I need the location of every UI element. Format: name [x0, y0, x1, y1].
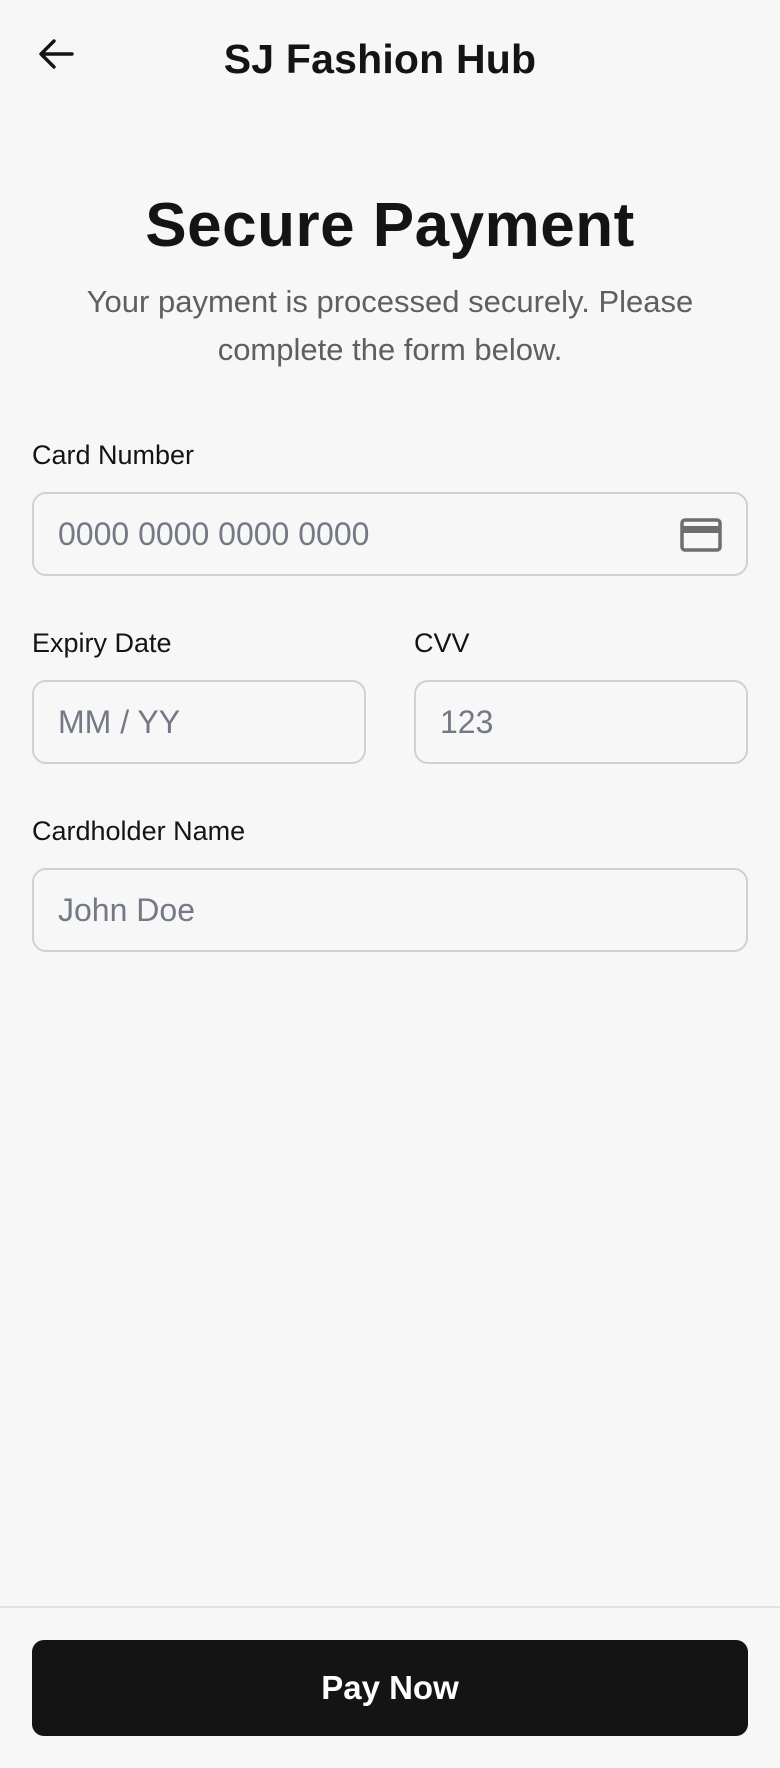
- payment-screen: SJ Fashion Hub Secure Payment Your payme…: [0, 0, 780, 1768]
- footer-divider: [0, 1606, 780, 1608]
- card-number-label: Card Number: [32, 440, 195, 470]
- cvv-label: CVV: [414, 628, 470, 658]
- cardholder-name-input[interactable]: [34, 870, 746, 950]
- top-app-bar: SJ Fashion Hub: [0, 0, 780, 124]
- cardholder-name-field: [32, 868, 748, 952]
- cvv-field: [414, 680, 748, 764]
- pay-now-button[interactable]: Pay Now: [32, 1640, 748, 1736]
- app-title: SJ Fashion Hub: [223, 36, 537, 82]
- cardholder-name-label: Cardholder Name: [32, 816, 246, 846]
- credit-card-icon: [680, 518, 722, 552]
- card-number-field: [32, 492, 748, 576]
- expiry-date-input[interactable]: [34, 682, 364, 762]
- expiry-date-field: [32, 680, 366, 764]
- card-number-input[interactable]: [34, 494, 746, 574]
- expiry-date-label: Expiry Date: [32, 628, 172, 658]
- page-title: Secure Payment: [145, 191, 635, 260]
- cvv-input[interactable]: [416, 682, 746, 762]
- page-subtitle: Your payment is processed securely. Plea…: [86, 284, 694, 367]
